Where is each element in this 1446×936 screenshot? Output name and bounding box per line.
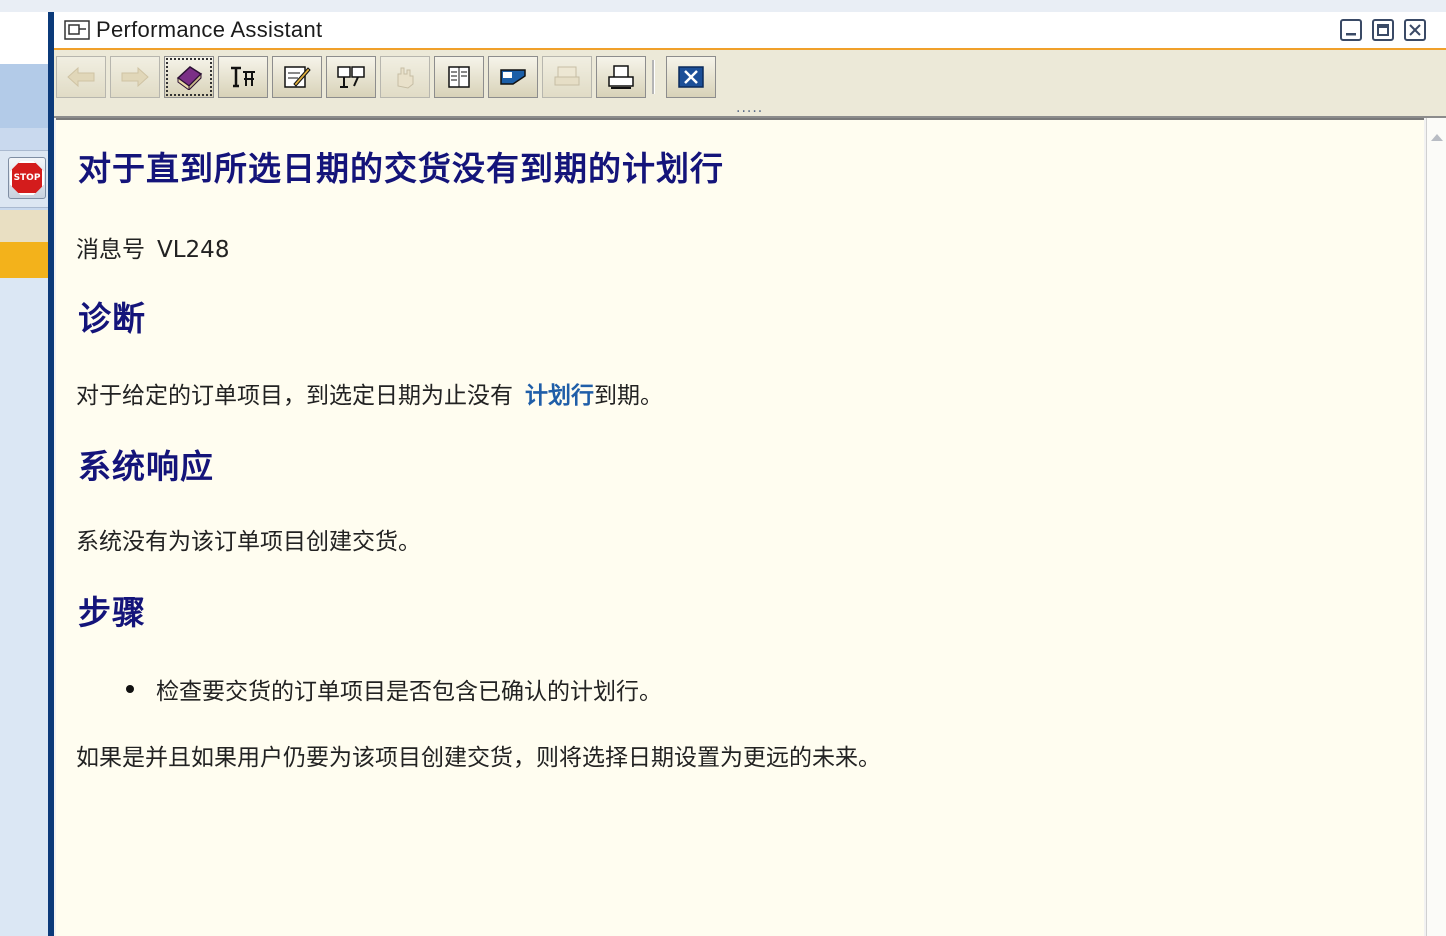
back-arrow-icon [67, 66, 95, 88]
printer-icon [608, 65, 634, 89]
message-number-line: 消息号 VL248 [76, 230, 229, 264]
minimize-button[interactable] [1340, 19, 1362, 41]
background-panel [0, 12, 48, 64]
glossary-button[interactable] [326, 56, 376, 98]
procedure-text: 如果是并且如果用户仍要为该项目创建交货，则将选择日期设置为更远的未来。 [76, 745, 881, 771]
background-toolbar: STOP [0, 150, 48, 208]
message-number: VL248 [157, 237, 230, 263]
close-window-button[interactable] [1404, 19, 1426, 41]
diagnosis-heading: 诊断 [78, 299, 146, 338]
close-icon [1409, 24, 1421, 36]
application-toolbar: ····· [54, 50, 1446, 120]
list-item: 检查要交货的订单项目是否包含已确认的计划行。 [126, 672, 662, 706]
print-preview-icon [554, 66, 580, 86]
system-response-heading: 系统响应 [78, 447, 214, 486]
edit-note-icon [284, 66, 311, 88]
stop-button[interactable]: STOP [8, 157, 46, 199]
glossary-icon [337, 66, 365, 88]
document-list-button[interactable] [434, 56, 484, 98]
page-title: 对于直到所选日期的交货没有到期的计划行 [78, 149, 724, 188]
system-response-text: 系统没有为该订单项目创建交货。 [76, 529, 421, 555]
help-content: 对于直到所选日期的交货没有到期的计划行 消息号 VL248 诊断 对于给定的订单项… [56, 118, 1424, 936]
maximize-icon [1377, 24, 1389, 36]
message-number-label: 消息号 [76, 237, 145, 263]
print-button[interactable] [596, 56, 646, 98]
print-preview-button[interactable] [542, 56, 592, 98]
toolbar-separator [652, 60, 655, 94]
schedule-line-link[interactable]: 计划行 [525, 383, 594, 409]
display-icon [500, 69, 526, 85]
hand-icon [397, 67, 414, 89]
technical-info-icon [231, 66, 255, 88]
back-button[interactable] [56, 56, 106, 98]
diagnosis-text: 对于给定的订单项目，到选定日期为止没有 计划行到期。 [76, 376, 663, 410]
close-assistant-button[interactable] [666, 56, 716, 98]
maximize-button[interactable] [1372, 19, 1394, 41]
chevron-up-icon [1431, 134, 1443, 141]
background-panel [0, 64, 48, 128]
background-selected-row [0, 242, 48, 278]
document-list-icon [448, 66, 470, 88]
close-icon [678, 66, 704, 88]
minimize-icon [1346, 33, 1356, 36]
diagnosis-text-end: 到期。 [594, 383, 663, 409]
help-book-button[interactable] [164, 56, 214, 98]
diagnosis-text-start: 对于给定的订单项目，到选定日期为止没有 [76, 383, 513, 409]
book-icon [176, 66, 203, 90]
stop-icon: STOP [10, 161, 44, 195]
bullet-icon [126, 685, 134, 693]
edit-note-button[interactable] [272, 56, 322, 98]
background-panel [0, 210, 48, 242]
procedure-heading: 步骤 [78, 593, 146, 632]
display-button[interactable] [488, 56, 538, 98]
forward-button[interactable] [110, 56, 160, 98]
performance-assistant-window: Performance Assistant ····· 对于直到所选日期的交货没… [48, 12, 1446, 936]
vertical-scrollbar[interactable] [1426, 118, 1446, 936]
hand-button[interactable] [380, 56, 430, 98]
window-icon [64, 20, 90, 40]
forward-arrow-icon [121, 66, 149, 88]
background-panel [0, 278, 48, 936]
scroll-up-button[interactable] [1429, 126, 1445, 148]
technical-info-button[interactable] [218, 56, 268, 98]
window-title: Performance Assistant [96, 17, 323, 42]
procedure-bullet-text: 检查要交货的订单项目是否包含已确认的计划行。 [156, 679, 662, 705]
title-bar: Performance Assistant [54, 12, 1446, 50]
